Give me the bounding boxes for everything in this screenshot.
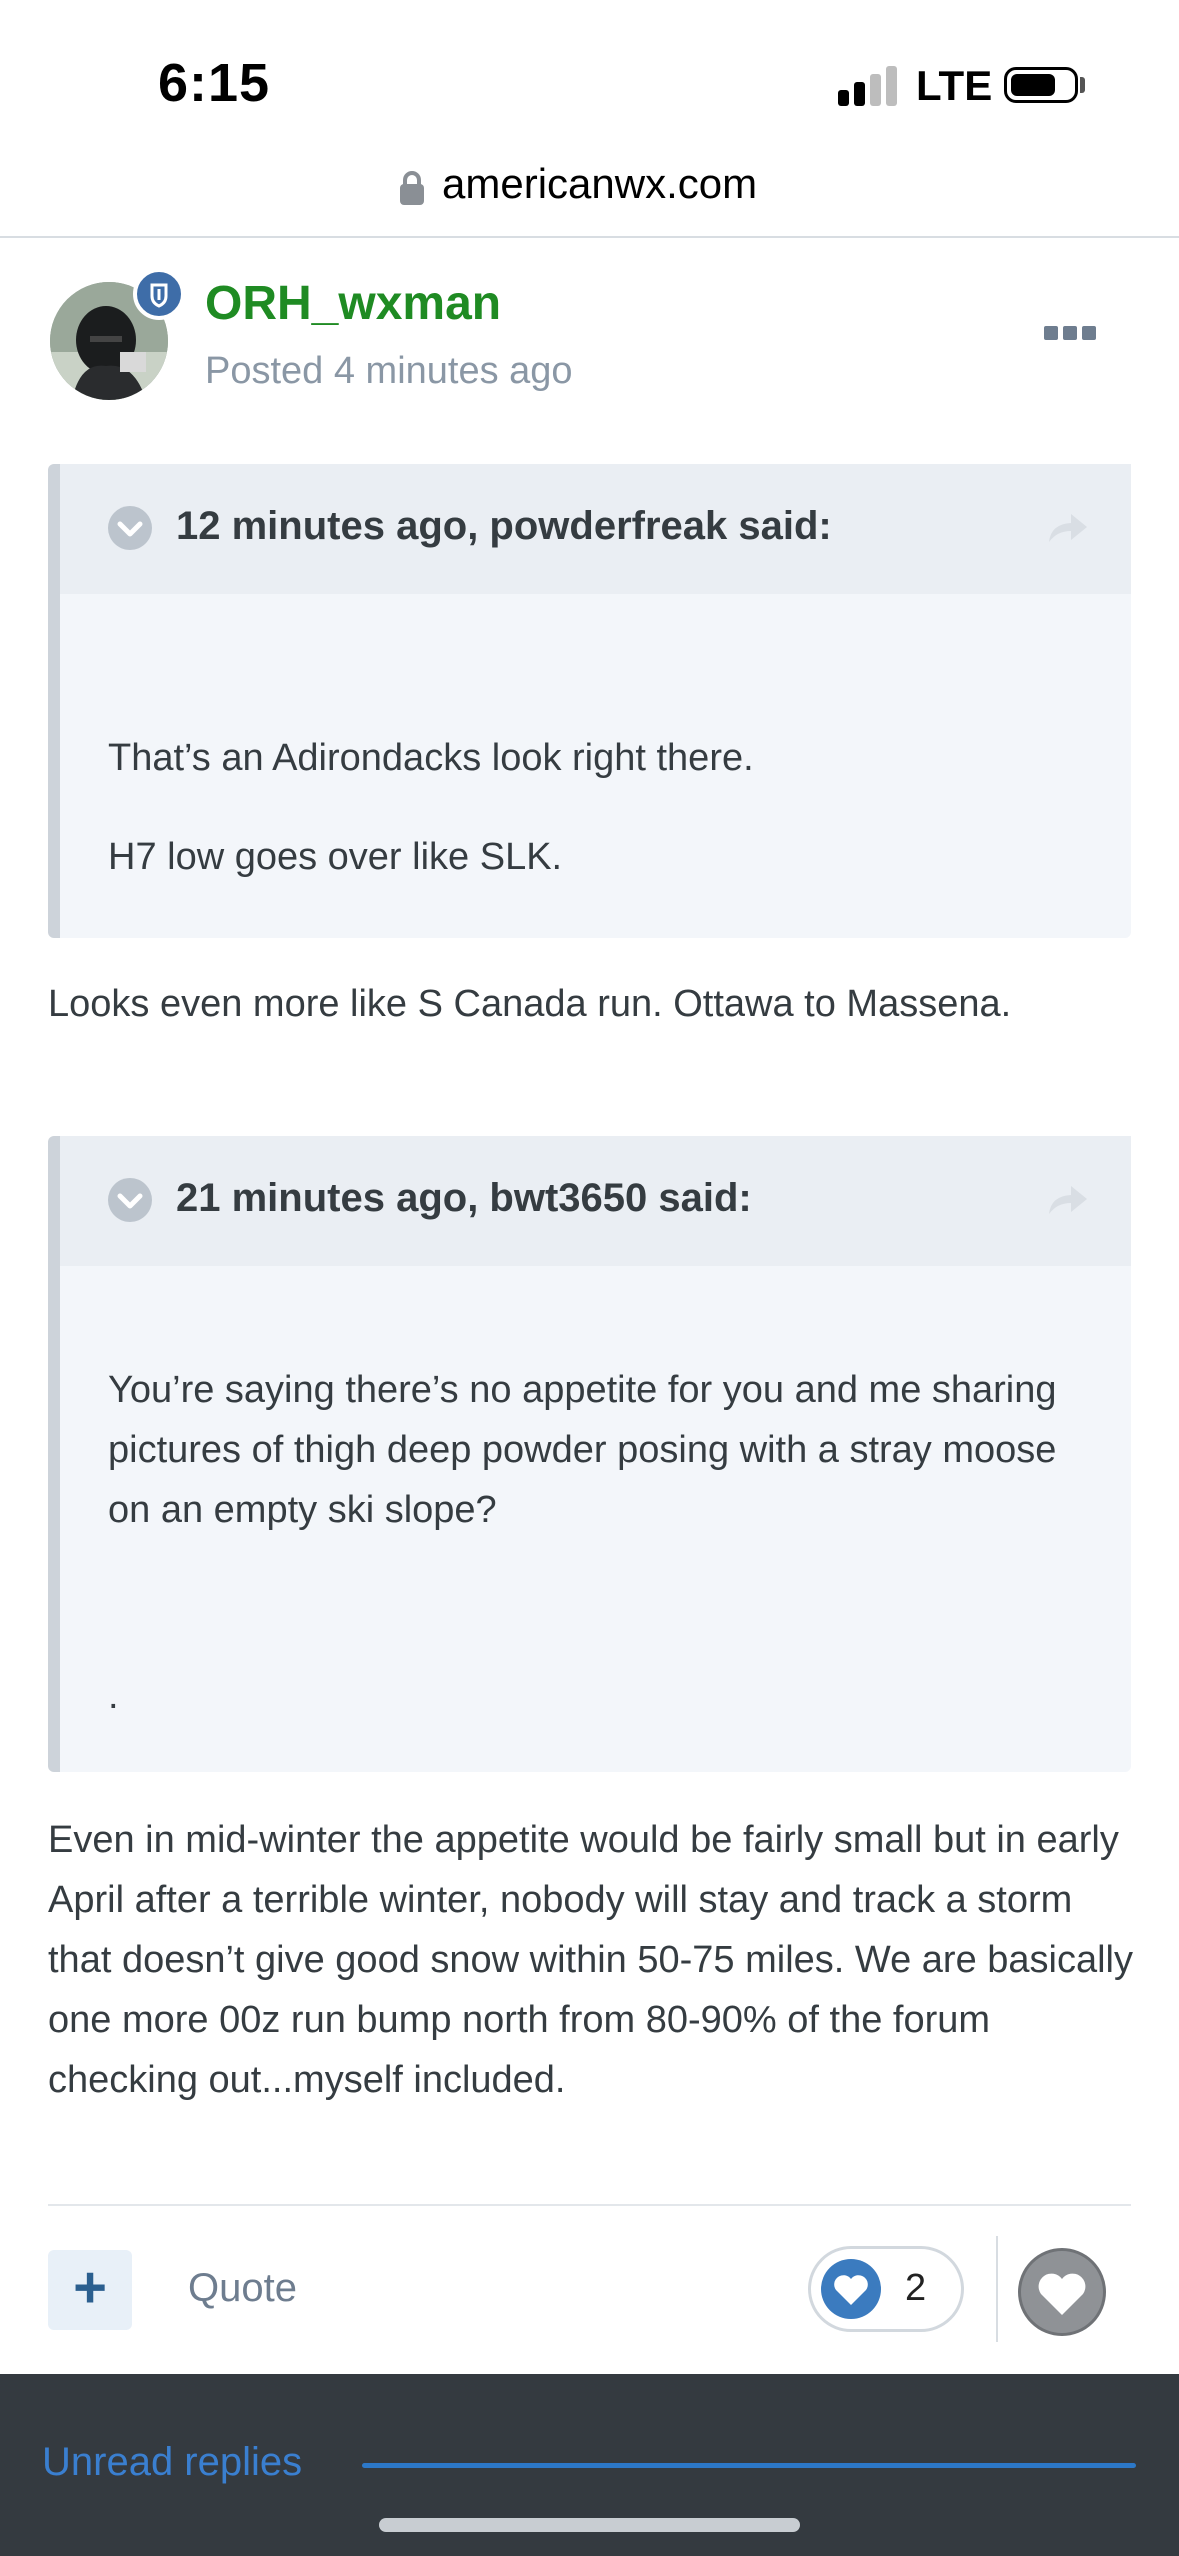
battery-icon	[1004, 67, 1078, 103]
lock-icon	[400, 171, 424, 205]
reaction-count-button[interactable]: 2	[808, 2246, 964, 2332]
quote-paragraph: .	[108, 1675, 119, 1717]
home-indicator[interactable]	[379, 2518, 800, 2532]
quote-citation: 12 minutes ago, powderfreak said:	[176, 504, 832, 548]
reply-text: Even in mid-winter the appetite would be…	[48, 1819, 1133, 2101]
status-time: 6:15	[158, 53, 271, 113]
battery-cap	[1080, 77, 1085, 93]
reaction-divider	[996, 2236, 998, 2342]
more-options-icon[interactable]	[1044, 326, 1096, 342]
post-timestamp[interactable]: Posted 4 minutes ago	[205, 350, 573, 393]
quote-button[interactable]: Quote	[188, 2266, 297, 2311]
quote-paragraph: You’re saying there’s no appetite for yo…	[108, 1369, 1057, 1531]
unread-replies-link[interactable]: Unread replies	[42, 2440, 302, 2485]
url-address[interactable]: americanwx.com	[442, 160, 757, 208]
multiquote-add-button[interactable]: +	[48, 2250, 132, 2330]
quote-paragraph: H7 low goes over like SLK.	[108, 836, 563, 878]
unread-progress-line	[362, 2463, 1136, 2468]
cellular-signal-icon	[838, 64, 898, 106]
reply-text: Looks even more like S Canada run. Ottaw…	[48, 983, 1012, 1025]
quote-block: 12 minutes ago, powderfreak said: That’s…	[48, 464, 1131, 938]
share-arrow-icon[interactable]	[1045, 510, 1089, 546]
quote-block: 21 minutes ago, bwt3650 said: You’re say…	[48, 1136, 1131, 1772]
like-heart-button[interactable]	[1018, 2248, 1106, 2336]
quote-citation: 21 minutes ago, bwt3650 said:	[176, 1176, 752, 1220]
post-footer-divider	[48, 2204, 1131, 2206]
quote-paragraph: That’s an Adirondacks look right there.	[108, 737, 754, 779]
moderator-badge-icon	[133, 268, 185, 320]
chevron-down-icon[interactable]	[108, 1178, 152, 1222]
quote-header: 21 minutes ago, bwt3650 said:	[60, 1136, 1131, 1266]
chevron-down-icon[interactable]	[108, 506, 152, 550]
reaction-count: 2	[905, 2267, 927, 2309]
heart-reaction-icon	[821, 2259, 881, 2319]
network-type: LTE	[916, 62, 993, 109]
share-arrow-icon[interactable]	[1045, 1182, 1089, 1218]
quote-header: 12 minutes ago, powderfreak said:	[60, 464, 1131, 594]
url-bar-divider	[0, 236, 1179, 238]
post-author[interactable]: ORH_wxman	[205, 276, 501, 331]
